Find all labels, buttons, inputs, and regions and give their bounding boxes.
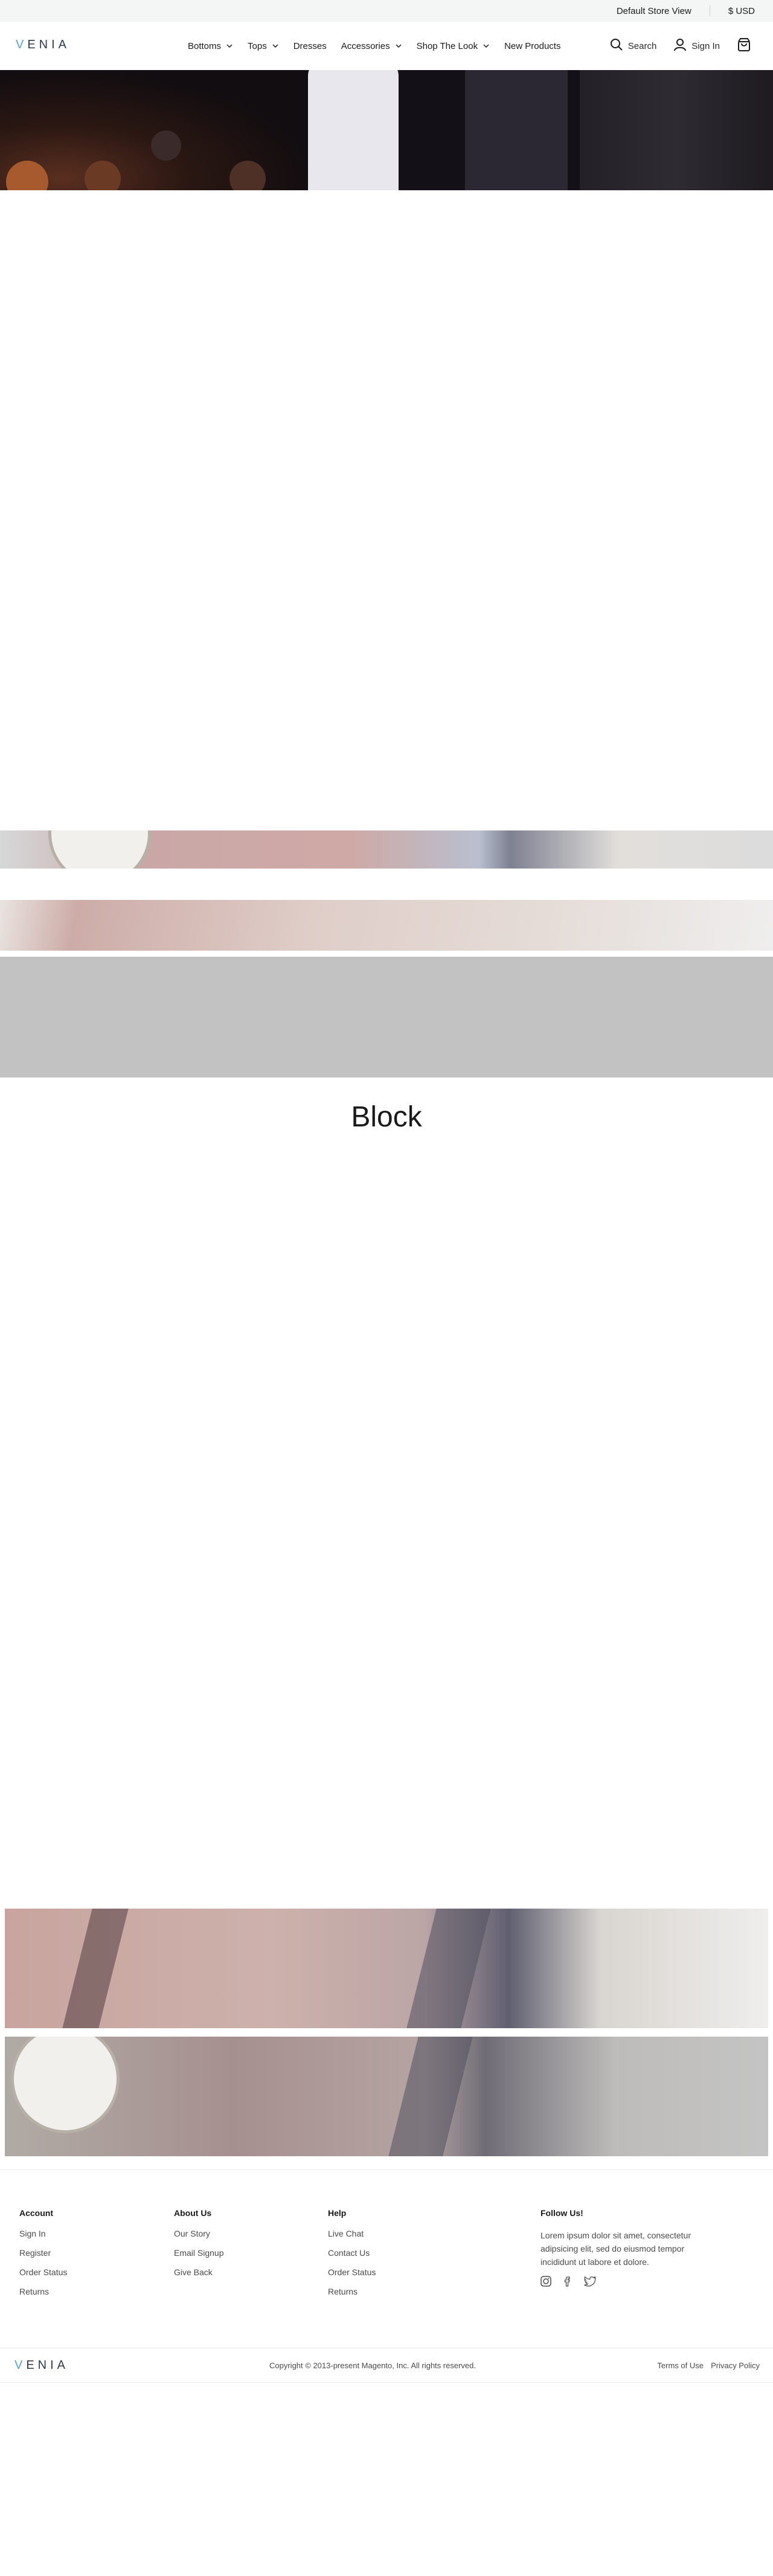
privacy-policy-link[interactable]: Privacy Policy xyxy=(711,2361,760,2370)
footer-bottom-bar: VENIA Copyright © 2013-present Magento, … xyxy=(0,2348,773,2382)
footer-link[interactable]: Order Status xyxy=(19,2267,67,2277)
placeholder-block xyxy=(0,957,773,1078)
footer-column-help: Help Live Chat Contact Us Order Status R… xyxy=(328,2208,376,2306)
footer-link[interactable]: Order Status xyxy=(328,2267,376,2277)
footer-heading: About Us xyxy=(174,2208,212,2218)
terms-of-use-link[interactable]: Terms of Use xyxy=(657,2361,704,2370)
logo-text: ENIA xyxy=(27,37,71,51)
hero-person-white xyxy=(308,70,399,190)
logo-text: ENIA xyxy=(26,2358,69,2372)
copyright-text: Copyright © 2013-present Magento, Inc. A… xyxy=(269,2360,476,2370)
nav-item-accessories[interactable]: Accessories xyxy=(341,41,402,51)
footer-venia-logo[interactable]: VENIA xyxy=(14,2359,69,2372)
sign-in-button[interactable]: Sign In xyxy=(673,38,720,54)
block-heading: Block xyxy=(351,1101,422,1133)
footer-link[interactable]: Live Chat xyxy=(328,2229,376,2238)
nav-item-shop-the-look[interactable]: Shop The Look xyxy=(417,41,490,51)
shopping-bag-icon xyxy=(737,37,756,54)
cart-button[interactable] xyxy=(737,37,756,54)
main-navigation: Bottoms Tops Dresses Accessories Shop Th… xyxy=(188,22,575,70)
nav-label: New Products xyxy=(504,40,561,51)
venia-logo[interactable]: V ENIA xyxy=(16,37,70,52)
footer-bottom-divider xyxy=(0,2382,773,2383)
search-label: Search xyxy=(627,40,657,51)
footer-link[interactable]: Contact Us xyxy=(328,2248,376,2258)
user-icon xyxy=(673,38,691,54)
footer-link[interactable]: Our Story xyxy=(174,2229,224,2238)
hero-backdrop xyxy=(580,70,773,190)
footer-link[interactable]: Email Signup xyxy=(174,2248,224,2258)
footer-column-account: Account Sign In Register Order Status Re… xyxy=(19,2208,67,2306)
image-shadow xyxy=(388,2037,473,2156)
nav-item-dresses[interactable]: Dresses xyxy=(293,41,327,51)
chevron-down-icon xyxy=(226,42,233,50)
watch-image-detail xyxy=(11,2037,120,2133)
footer-link[interactable]: Give Back xyxy=(174,2267,224,2277)
nav-label: Shop The Look xyxy=(416,40,478,51)
image-shadow xyxy=(406,1909,491,2028)
sign-in-label: Sign In xyxy=(691,40,720,51)
banner-strip-image xyxy=(0,900,773,951)
chevron-down-icon xyxy=(395,42,402,50)
watch-image-detail xyxy=(48,830,151,869)
search-button[interactable]: Search xyxy=(610,38,657,54)
site-header: V ENIA Bottoms Tops Dresses Accessories S… xyxy=(0,22,773,70)
hero-detail xyxy=(151,130,181,161)
social-links xyxy=(540,2276,691,2287)
search-icon xyxy=(610,38,628,54)
currency-switcher[interactable]: $ USD xyxy=(728,6,755,16)
footer-column-about-us: About Us Our Story Email Signup Give Bac… xyxy=(174,2208,224,2287)
store-view-switcher[interactable]: Default Store View xyxy=(617,6,691,16)
logo-mark: V xyxy=(16,37,28,51)
footer-heading: Account xyxy=(19,2208,53,2218)
footer-column-follow-us: Follow Us! Lorem ipsum dolor sit amet, c… xyxy=(540,2208,691,2287)
banner-strip-image xyxy=(0,830,773,869)
footer-heading: Help xyxy=(328,2208,347,2218)
logo-mark: V xyxy=(14,2358,27,2372)
product-banner-image xyxy=(5,1909,768,2028)
product-banner-image xyxy=(5,2037,768,2156)
follow-us-text: Lorem ipsum dolor sit amet, consectetur … xyxy=(540,2231,691,2267)
chevron-down-icon xyxy=(483,42,490,50)
instagram-icon[interactable] xyxy=(540,2276,551,2287)
nav-label: Tops xyxy=(248,40,267,51)
hero-person-suit xyxy=(465,70,568,190)
nav-item-bottoms[interactable]: Bottoms xyxy=(188,41,233,51)
hero-banner-image xyxy=(0,70,773,190)
chevron-down-icon xyxy=(272,42,279,50)
footer-link[interactable]: Register xyxy=(19,2248,67,2258)
nav-label: Accessories xyxy=(341,40,390,51)
image-strap xyxy=(62,1909,129,2028)
nav-item-new-products[interactable]: New Products xyxy=(504,41,560,51)
header-actions: Search Sign In xyxy=(593,22,756,70)
footer-link[interactable]: Returns xyxy=(19,2287,67,2296)
footer-heading: Follow Us! xyxy=(540,2208,583,2218)
nav-label: Dresses xyxy=(293,40,327,51)
footer-link[interactable]: Sign In xyxy=(19,2229,67,2238)
twitter-icon[interactable] xyxy=(584,2276,596,2287)
facebook-icon[interactable] xyxy=(562,2276,573,2287)
nav-label: Bottoms xyxy=(188,40,222,51)
hero-crowd xyxy=(0,70,314,190)
top-bar: Default Store View $ USD xyxy=(0,0,773,22)
footer-link[interactable]: Returns xyxy=(328,2287,376,2296)
nav-item-tops[interactable]: Tops xyxy=(248,41,279,51)
